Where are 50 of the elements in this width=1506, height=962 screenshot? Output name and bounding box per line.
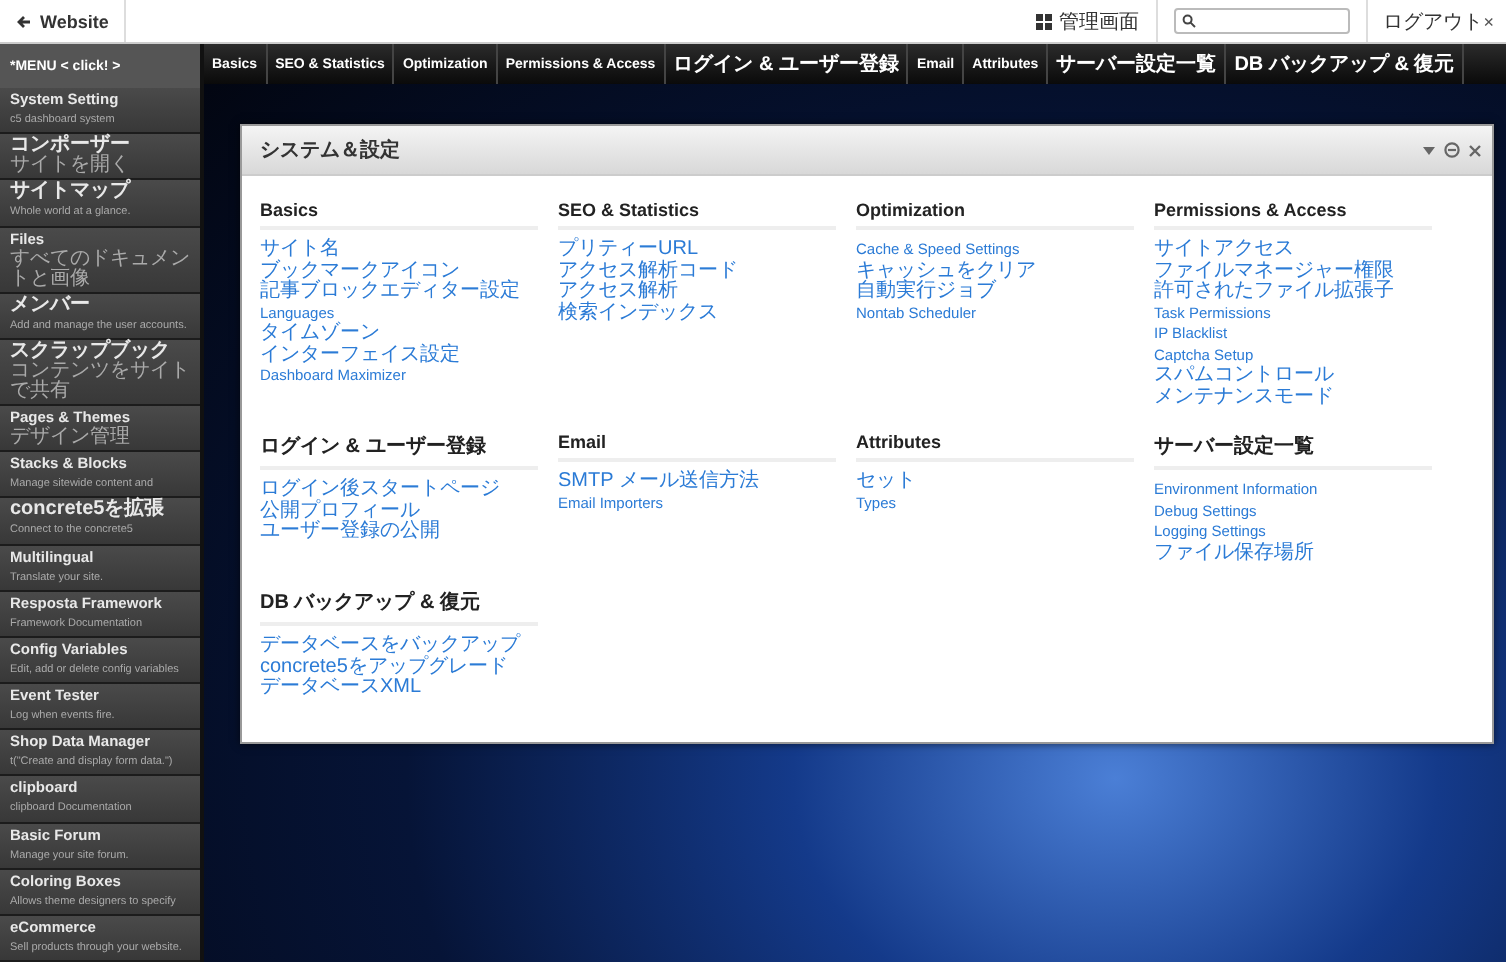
section-heading: Basics [260,200,538,230]
settings-link[interactable]: スパムコントロール [1154,366,1334,387]
settings-link[interactable]: ファイルマネージャー権限 [1154,261,1394,282]
settings-link[interactable]: ブックマークアイコン [260,261,460,282]
dropdown-icon[interactable] [1422,143,1436,157]
section-heading: Attributes [856,432,1134,462]
settings-link[interactable]: データベースXML [260,678,422,699]
settings-link[interactable]: キャッシュをクリア [856,261,1036,282]
section-heading: ログイン & ユーザー登録 [260,432,538,470]
close-icon[interactable] [1468,143,1482,157]
settings-link[interactable]: 自動実行ジョブ [856,282,996,303]
sidebar-item[interactable]: コンポーザー サイトを開く [0,134,200,181]
minimize-icon[interactable] [1444,142,1460,158]
search-icon[interactable] [1181,14,1196,28]
section-heading: SEO & Statistics [558,200,836,230]
settings-link[interactable]: セット [856,472,916,493]
section-heading: DB バックアップ & 復元 [260,588,538,626]
nav-tab[interactable]: サーバー設定一覧 [1048,44,1227,84]
settings-link[interactable]: 許可されたファイル拡張子 [1154,282,1394,303]
settings-link[interactable]: 検索インデックス [558,303,718,324]
website-link[interactable]: Website [0,0,127,42]
section-heading: Optimization [856,200,1134,230]
nav-tab[interactable]: ログイン & ユーザー登録 [665,44,909,84]
settings-link[interactable]: サイトアクセス [1154,240,1294,261]
settings-link[interactable]: プリティーURL [558,240,699,261]
section-heading: Permissions & Access [1154,200,1432,230]
settings-link[interactable]: タイムゾーン [260,324,380,345]
settings-link[interactable]: SMTP メール送信方法 [558,472,759,493]
settings-link[interactable]: concrete5をアップグレード [260,657,508,678]
settings-link[interactable]: アクセス解析 [558,282,678,303]
nav-tab[interactable]: DB バックアップ & 復元 [1226,44,1465,84]
section-heading: サーバー設定一覧 [1154,432,1432,470]
back-arrow-icon[interactable] [16,13,32,29]
settings-link[interactable]: データベースをバックアップ [260,636,520,657]
search-field[interactable] [1173,8,1350,34]
section-heading: Email [558,432,836,462]
logout-link[interactable]: ログアウト× [1367,0,1506,42]
sidebar-item[interactable]: スクラップブック コンテンツをサイトで共有 [0,339,200,407]
settings-link[interactable]: ユーザー登録の公開 [260,522,440,543]
settings-link[interactable]: インターフェイス設定 [260,345,460,366]
admin-link[interactable]: 管理画面 [1019,0,1158,42]
settings-link[interactable]: 記事ブロックエディター設定 [260,282,520,303]
settings-link[interactable]: アクセス解析コード [558,261,738,282]
settings-link[interactable]: 公開プロフィール [260,501,420,522]
grid-icon[interactable] [1035,13,1052,29]
panel-title: システム＆設定 [260,136,400,164]
settings-link[interactable]: ログイン後スタートページ [260,480,500,501]
settings-link[interactable]: サイト名 [260,240,340,261]
settings-link[interactable]: メンテナンスモード [1154,387,1334,408]
settings-link[interactable]: ファイル保存場所 [1154,543,1314,564]
